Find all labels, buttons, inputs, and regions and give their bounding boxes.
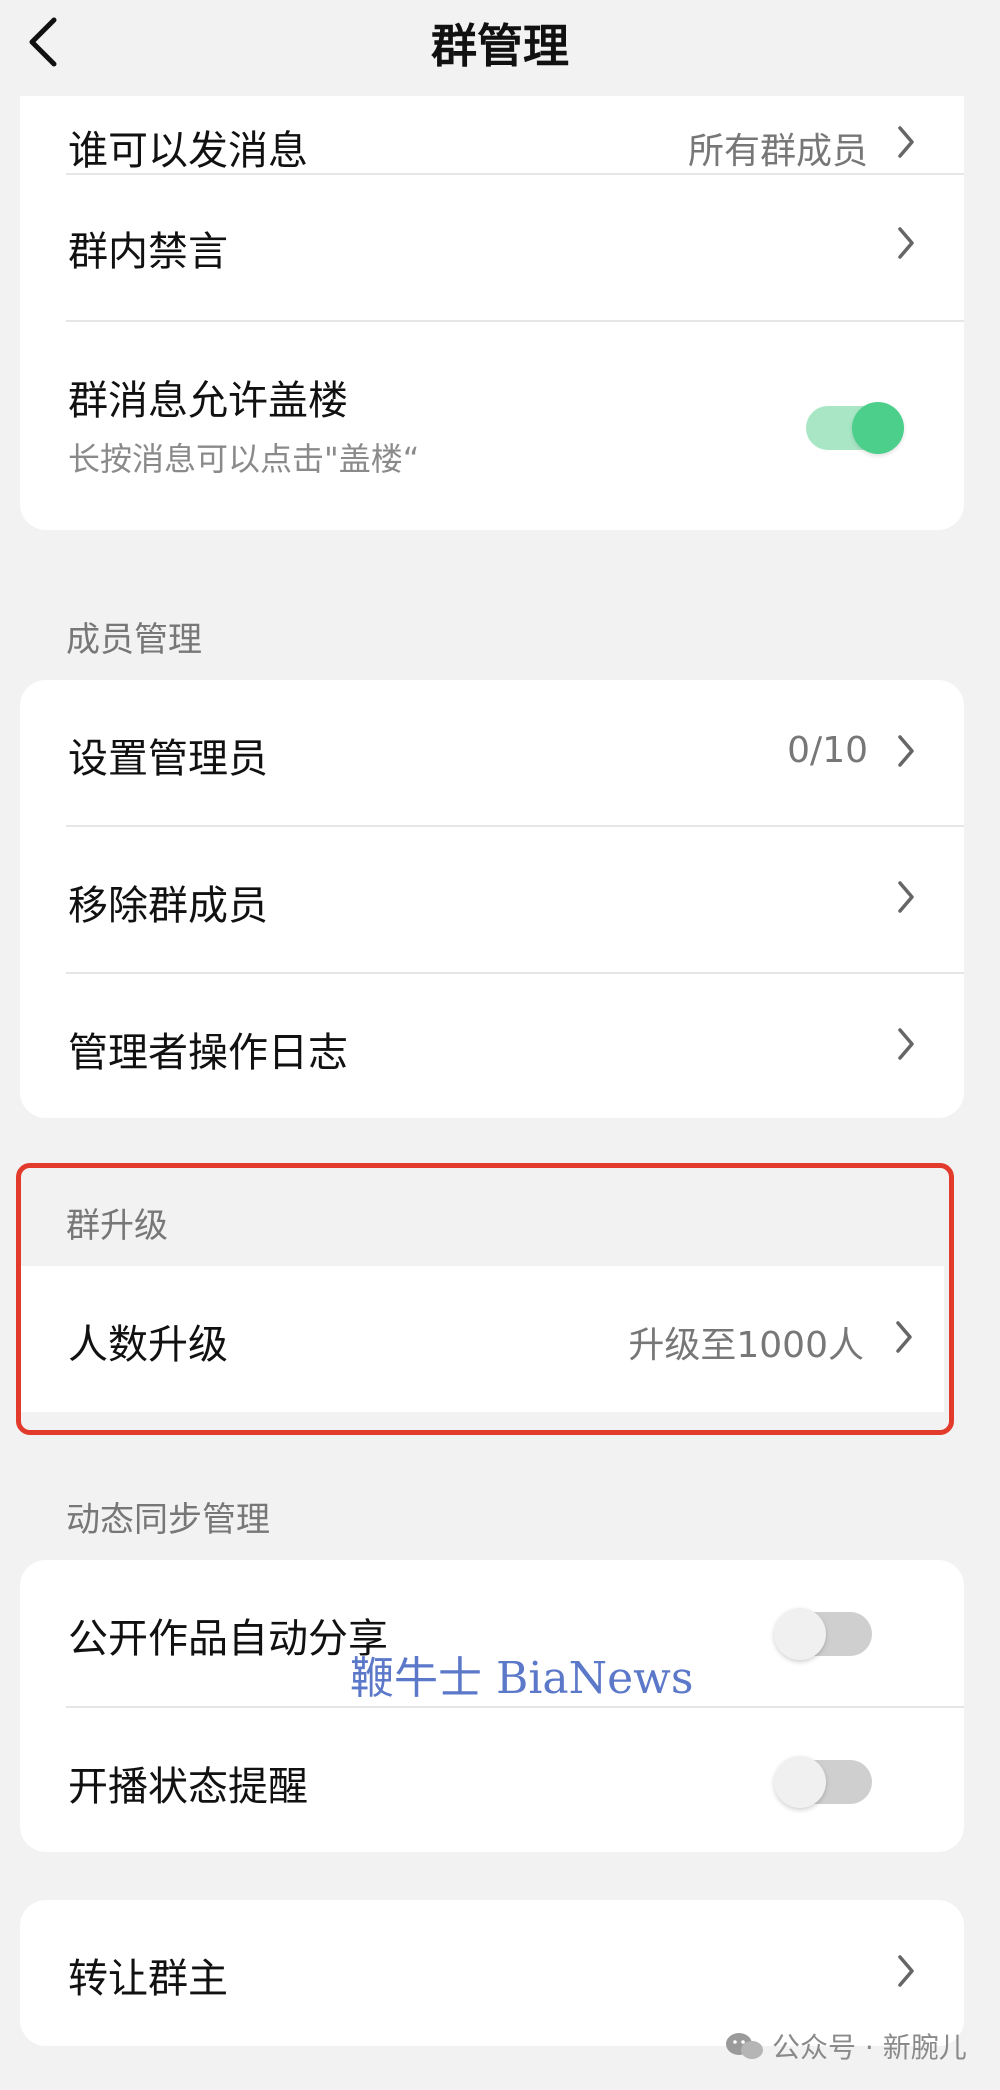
admin-log-label: 管理者操作日志 (68, 1030, 348, 1076)
remove-member-label: 移除群成员 (68, 883, 268, 929)
toggle-knob (774, 1608, 826, 1660)
toggle-knob (774, 1756, 826, 1808)
chevron-right-icon (898, 735, 914, 767)
chevron-right-icon (898, 126, 914, 158)
reply-stack-description: 长按消息可以点击"盖楼“ (68, 440, 420, 478)
admin-log-row[interactable]: 管理者操作日志 (20, 974, 964, 1118)
highlight-box (16, 1163, 954, 1435)
who-can-send-label: 谁可以发消息 (68, 128, 308, 174)
wechat-icon (726, 2033, 763, 2059)
transfer-card: 转让群主 (20, 1900, 964, 2046)
message-settings-card: 谁可以发消息 所有群成员 群内禁言 群消息允许盖楼 长按消息可以点击"盖楼“ (20, 20, 964, 530)
chevron-right-icon (898, 1955, 914, 1987)
members-card: 设置管理员 0/10 移除群成员 管理者操作日志 (20, 680, 964, 1118)
auto-share-toggle[interactable] (774, 1608, 872, 1660)
top-bar: 群管理 (0, 0, 1000, 96)
section-label-dynamic: 动态同步管理 (66, 1500, 270, 1540)
who-can-send-value: 所有群成员 (687, 131, 868, 172)
chevron-right-icon (898, 227, 914, 259)
toggle-knob (852, 402, 904, 454)
live-reminder-label: 开播状态提醒 (68, 1764, 308, 1810)
set-admin-label: 设置管理员 (68, 736, 268, 782)
transfer-owner-label: 转让群主 (68, 1956, 228, 2002)
reply-stack-toggle[interactable] (806, 402, 904, 454)
group-mute-label: 群内禁言 (68, 229, 228, 275)
reply-stack-label: 群消息允许盖楼 (68, 378, 348, 424)
chevron-right-icon (898, 1028, 914, 1060)
reply-stack-row: 群消息允许盖楼 长按消息可以点击"盖楼“ (20, 322, 964, 530)
page-title: 群管理 (431, 19, 569, 73)
transfer-owner-row[interactable]: 转让群主 (20, 1900, 964, 2046)
watermark-text: 鞭牛士 BiaNews (350, 1653, 694, 1704)
live-reminder-row: 开播状态提醒 (20, 1708, 964, 1852)
dynamic-card: 公开作品自动分享 开播状态提醒 (20, 1560, 964, 1852)
section-label-members: 成员管理 (66, 620, 202, 660)
set-admin-row[interactable]: 设置管理员 0/10 (20, 680, 964, 826)
auto-share-label: 公开作品自动分享 (68, 1616, 388, 1662)
remove-member-row[interactable]: 移除群成员 (20, 827, 964, 972)
credit-text: 公众号 · 新腕儿 (772, 2031, 967, 2064)
admin-count: 0/10 (787, 730, 868, 771)
chevron-right-icon (898, 881, 914, 913)
group-mute-row[interactable]: 群内禁言 (20, 175, 964, 320)
live-reminder-toggle[interactable] (774, 1756, 872, 1808)
